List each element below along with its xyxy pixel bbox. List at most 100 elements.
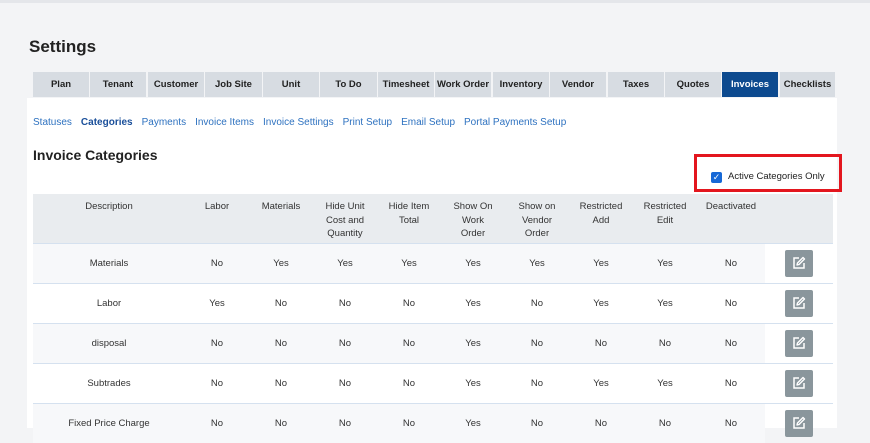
table-cell: No (377, 324, 441, 364)
table-cell: Yes (441, 404, 505, 443)
column-header: Show on Vendor Order (505, 194, 569, 244)
tab-inventory[interactable]: Inventory (493, 72, 549, 97)
category-description: Labor (33, 284, 185, 324)
table-cell: No (249, 284, 313, 324)
column-header-text: Show On (453, 201, 492, 212)
table-row: LaborYesNoNoNoYesNoYesYesNo (33, 284, 833, 324)
subnav-invoice-items[interactable]: Invoice Items (195, 117, 254, 128)
edit-button[interactable] (785, 290, 813, 317)
tab-unit[interactable]: Unit (263, 72, 319, 97)
column-header-text: Order (525, 228, 549, 239)
actions-cell (765, 284, 833, 324)
column-header-text: Labor (205, 201, 229, 212)
tab-taxes[interactable]: Taxes (608, 72, 664, 97)
table-cell: No (505, 284, 569, 324)
edit-icon (792, 416, 806, 430)
edit-button[interactable] (785, 330, 813, 357)
table-cell: Yes (441, 364, 505, 404)
column-header: Hide ItemTotal (377, 194, 441, 244)
subnav-print-setup[interactable]: Print Setup (343, 117, 392, 128)
table-cell: Yes (505, 244, 569, 284)
category-description: Materials (33, 244, 185, 284)
column-header: Materials (249, 194, 313, 244)
tab-work-order[interactable]: Work Order (435, 72, 491, 97)
table-cell: Yes (633, 244, 697, 284)
table-cell: No (377, 284, 441, 324)
edit-button[interactable] (785, 410, 813, 437)
column-header-text: Description (85, 201, 133, 212)
column-header-text: Cost and (326, 215, 364, 226)
subnav-portal-payments-setup[interactable]: Portal Payments Setup (464, 117, 566, 128)
table-cell: No (185, 404, 249, 443)
edit-button[interactable] (785, 370, 813, 397)
tab-quotes[interactable]: Quotes (665, 72, 721, 97)
table-cell: No (505, 404, 569, 443)
table-cell: No (313, 284, 377, 324)
edit-icon (792, 376, 806, 390)
table-cell: No (313, 404, 377, 443)
table-cell: No (249, 324, 313, 364)
category-description: Fixed Price Charge (33, 404, 185, 443)
table-cell: Yes (249, 244, 313, 284)
table-cell: No (633, 404, 697, 443)
edit-icon (792, 336, 806, 350)
table-cell: Yes (377, 244, 441, 284)
tab-invoices[interactable]: Invoices (722, 72, 778, 97)
category-description: Subtrades (33, 364, 185, 404)
page-title: Settings (29, 37, 96, 57)
edit-icon (792, 256, 806, 270)
column-header: Description (33, 194, 185, 244)
tab-tenant[interactable]: Tenant (90, 72, 146, 97)
table-cell: Yes (569, 284, 633, 324)
column-header: Deactivated (697, 194, 765, 244)
table-cell: No (697, 404, 765, 443)
table-cell: Yes (633, 364, 697, 404)
table-cell: Yes (569, 244, 633, 284)
active-categories-checkbox[interactable]: ✓ (711, 172, 722, 183)
column-header: Restricted Edit (633, 194, 697, 244)
column-header-text: Show on (519, 201, 556, 212)
tab-plan[interactable]: Plan (33, 72, 89, 97)
table-cell: No (697, 284, 765, 324)
table-cell: No (569, 404, 633, 443)
invoice-subnav: Statuses Categories Payments Invoice Items I… (33, 117, 575, 128)
table-cell: No (313, 364, 377, 404)
table-cell: No (249, 404, 313, 443)
table-cell: No (697, 364, 765, 404)
edit-button[interactable] (785, 250, 813, 277)
actions-cell (765, 244, 833, 284)
table-cell: No (505, 324, 569, 364)
table-cell: No (313, 324, 377, 364)
subnav-statuses[interactable]: Statuses (33, 117, 72, 128)
table-cell: No (569, 324, 633, 364)
subnav-invoice-settings[interactable]: Invoice Settings (263, 117, 334, 128)
actions-cell (765, 404, 833, 443)
tab-vendor[interactable]: Vendor (550, 72, 606, 97)
category-description: disposal (33, 324, 185, 364)
tab-timesheet[interactable]: Timesheet (378, 72, 434, 97)
active-categories-label[interactable]: Active Categories Only (728, 171, 825, 182)
subnav-payments[interactable]: Payments (142, 117, 186, 128)
table-cell: Yes (633, 284, 697, 324)
table-header-row: DescriptionLaborMaterialsHide UnitCost a… (33, 194, 833, 244)
table-cell: Yes (313, 244, 377, 284)
top-bar (0, 0, 870, 3)
column-header-text: Restricted (644, 201, 687, 212)
tab-job-site[interactable]: Job Site (205, 72, 262, 97)
column-header-text: Deactivated (706, 201, 756, 212)
actions-cell (765, 364, 833, 404)
tab-checklists[interactable]: Checklists (780, 72, 835, 97)
invoice-categories-table: DescriptionLaborMaterialsHide UnitCost a… (33, 194, 833, 443)
table-row: MaterialsNoYesYesYesYesYesYesYesNo (33, 244, 833, 284)
tab-customer[interactable]: Customer (148, 72, 204, 97)
tab-to-do[interactable]: To Do (320, 72, 377, 97)
subnav-email-setup[interactable]: Email Setup (401, 117, 455, 128)
column-header-text: Add (593, 215, 610, 226)
table-row: Fixed Price ChargeNoNoNoNoYesNoNoNoNo (33, 404, 833, 443)
subnav-categories[interactable]: Categories (81, 117, 133, 128)
table-cell: Yes (185, 284, 249, 324)
column-header-text: Edit (657, 215, 673, 226)
column-header-text: Total (399, 215, 419, 226)
table-cell: Yes (441, 324, 505, 364)
column-header-text: Vendor (522, 215, 552, 226)
